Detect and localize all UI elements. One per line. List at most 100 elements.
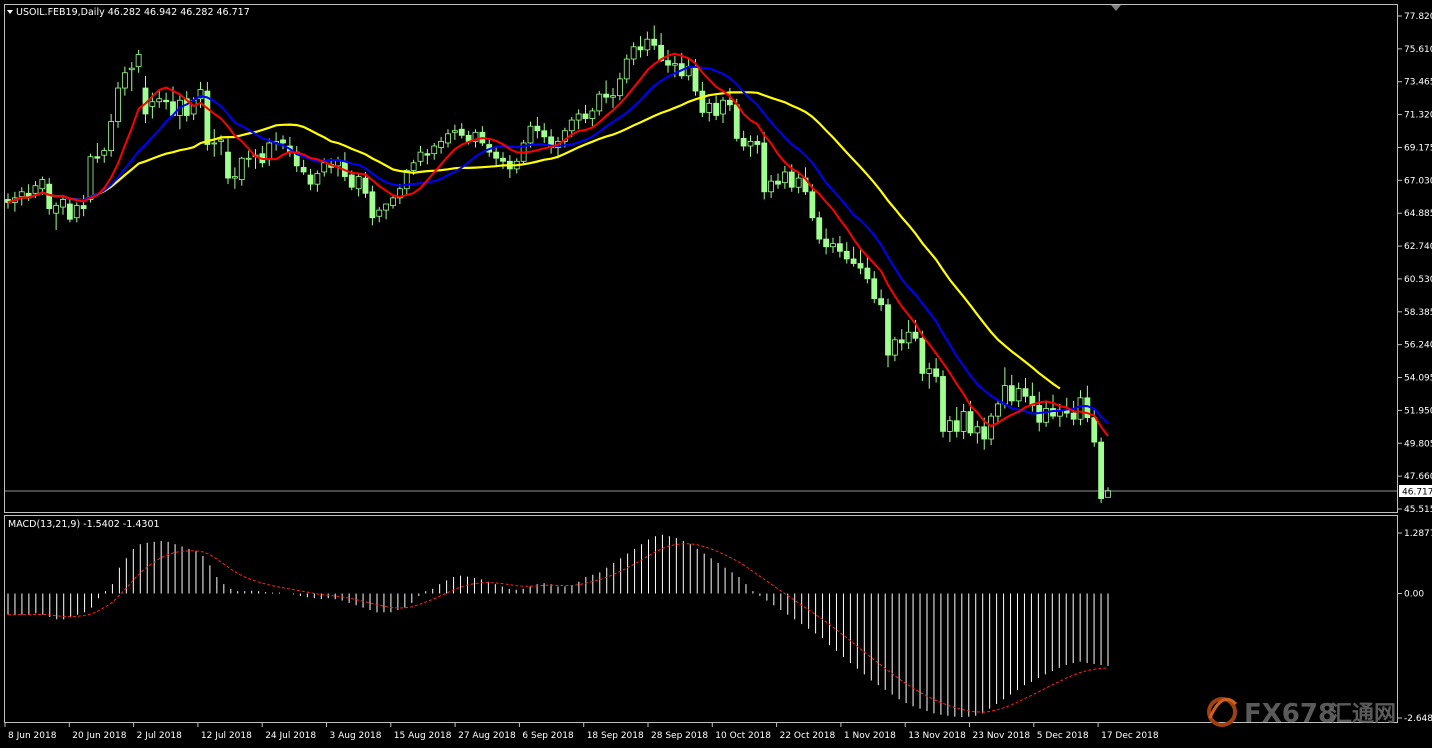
candle-bullish [720,99,726,115]
price-tick-label: 47.660 [1404,472,1432,482]
candle-bullish [768,180,775,193]
candle-bullish [115,87,121,123]
candle-bullish [32,185,39,194]
candle-bullish [706,102,713,113]
price-tick-label: 75.610 [1404,45,1432,55]
time-tick-label: 13 Nov 2018 [908,731,966,741]
price-tick-label: 54.095 [1404,374,1432,384]
candle-bearish [878,298,885,306]
macd-tick-label: -2.6483 [1404,714,1432,724]
price-tick-label: 49.805 [1404,439,1432,449]
candle-bullish [644,38,651,51]
candle-bearish [225,151,231,179]
candle-bullish [438,141,445,148]
candle-bearish [740,137,747,147]
candle-bearish [493,151,500,159]
price-tick-label: 77.820 [1404,12,1432,22]
candle-bullish [410,162,417,171]
candle-bearish [348,174,355,188]
candle-bullish [108,121,115,152]
candle-bullish [417,151,424,162]
candle-bearish [864,267,871,280]
candle-bullish [245,157,252,160]
candle-bearish [885,304,891,356]
candle-bearish [871,278,878,300]
candle-bullish [156,98,163,103]
candle-bullish [60,199,66,208]
candle-bearish [967,411,974,434]
candle-bearish [651,38,658,46]
candle-bearish [458,128,465,136]
time-tick-label: 5 Dec 2018 [1037,731,1089,741]
candle-bullish [671,63,678,66]
price-tick-label: 45.515 [1404,505,1432,515]
price-tick-label: 51.950 [1404,406,1432,416]
candle-bearish [726,99,733,106]
candle-bearish [857,263,864,269]
candle-bullish [781,171,788,184]
candle-bearish [981,426,988,440]
candle-bullish [589,110,596,119]
time-tick-label: 18 Sep 2018 [587,731,644,741]
candle-bullish [1015,388,1022,402]
candle-bearish [843,250,850,260]
price-tick-label: 71.320 [1404,111,1432,121]
candle-bearish [1050,408,1056,417]
candle-bullish [747,141,754,147]
candle-bearish [733,104,740,139]
candle-bullish [568,119,575,132]
candle-bullish [596,93,603,112]
watermark-cn: 汇通网 [1330,702,1396,727]
candle-bullish [314,173,321,185]
chart-window[interactable]: 77.820 75.610 73.465 71.320 69.175 67.030 64.8… [0,0,1432,748]
candle-bullish [995,403,1001,417]
time-tick-label: 22 Oct 2018 [780,731,836,741]
candle-bullish [891,339,898,356]
candle-bullish [149,101,156,107]
candle-bullish [1043,408,1050,423]
symbol-info: USOIL.FEB19,Daily 46.282 46.942 46.282 4… [16,7,250,18]
candle-bullish [431,145,438,155]
candle-bullish [390,197,396,206]
candle-bearish [898,339,905,344]
candle-bearish [163,99,170,103]
candle-bearish [912,331,919,339]
candle-bearish [754,141,761,145]
candle-bullish [575,113,582,121]
candle-bullish [211,142,218,145]
candle-bullish [1077,397,1084,420]
candle-bullish [960,411,967,432]
time-tick-label: 24 Jul 2018 [265,731,316,741]
candle-bullish [988,415,995,440]
candle-bearish [424,153,431,156]
candle-bullish [128,67,135,71]
candle-bullish [926,368,933,374]
candle-bullish [73,205,80,219]
time-tick-label: 10 Oct 2018 [715,731,771,741]
candle-bearish [280,139,286,144]
candle-bearish [637,46,644,51]
candle-bearish [80,205,87,209]
candle-bearish [953,420,960,432]
candle-bearish [1098,441,1105,499]
candle-bullish [101,150,108,156]
candle-bullish [383,203,390,211]
price-tick-label: 62.740 [1404,242,1432,252]
candle-bullish [974,426,981,434]
time-tick-label: 2 Jul 2018 [137,731,182,741]
candle-bullish [630,46,637,60]
candle-bearish [692,66,699,92]
time-tick-label: 20 Jun 2018 [72,731,126,741]
price-tick-label: 69.175 [1404,143,1432,153]
macd-tick-label: 0.00 [1404,590,1424,600]
candle-bullish [795,177,802,188]
candle-bullish [1105,490,1111,498]
candle-bearish [541,130,548,138]
candle-bearish [788,171,795,188]
candle-bullish [946,420,953,432]
candle-bullish [451,130,458,133]
macd-info: MACD(13,21,9) -1.5402 -1.4301 [8,519,160,530]
candle-bullish [121,72,128,89]
candle-bullish [527,125,534,144]
candle-bearish [1022,388,1029,397]
